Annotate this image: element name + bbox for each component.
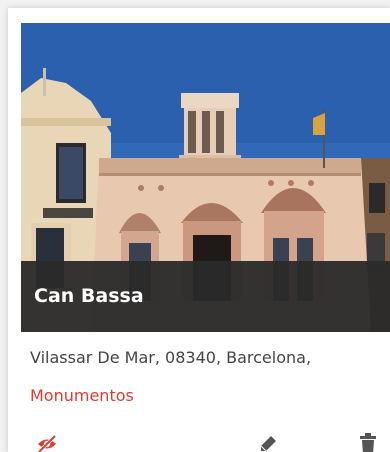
place-card[interactable]: Can Bassa Vilassar De Mar, 08340, Barcel… (8, 8, 390, 452)
pencil-icon (260, 436, 276, 452)
edit-button[interactable] (253, 430, 283, 452)
trash-icon (360, 433, 376, 452)
eye-slash-icon (37, 434, 57, 452)
category-link[interactable]: Monumentos (30, 386, 134, 405)
place-address: Vilassar De Mar, 08340, Barcelona, (30, 348, 312, 367)
place-title[interactable]: Can Bassa (34, 261, 144, 332)
place-photo[interactable]: Can Bassa (21, 23, 390, 332)
title-bar: Can Bassa (21, 261, 390, 332)
delete-button[interactable] (353, 430, 383, 452)
hide-button[interactable] (32, 430, 62, 452)
